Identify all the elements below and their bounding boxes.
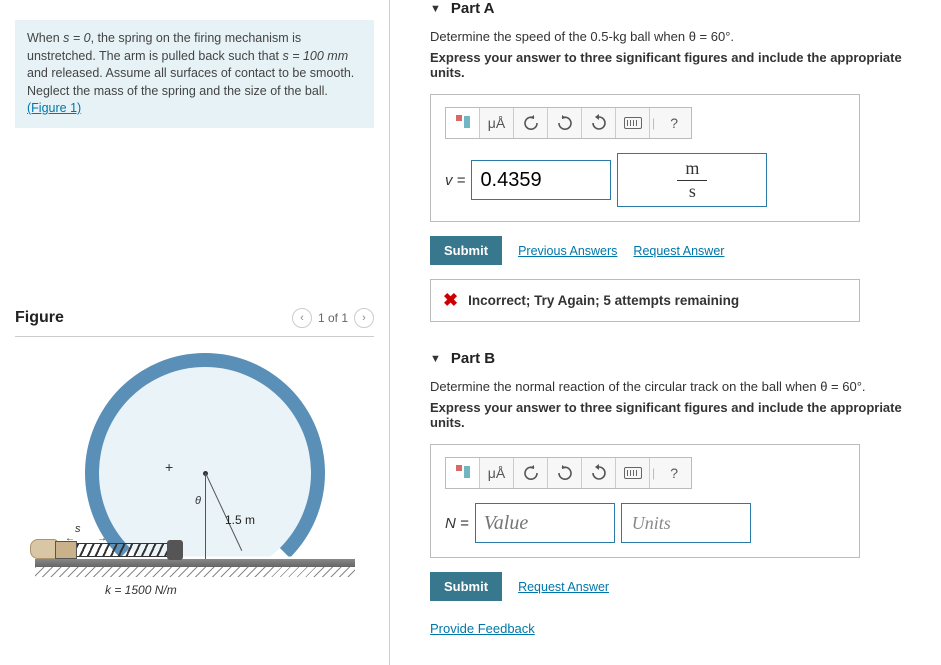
figure-title: Figure (15, 309, 64, 327)
help-button[interactable]: ? (657, 108, 691, 138)
provide-feedback-link[interactable]: Provide Feedback (430, 621, 535, 636)
feedback-text: Incorrect; Try Again; 5 attempts remaini… (468, 293, 739, 308)
part-a-title: Part A (451, 0, 495, 17)
figure-nav: ‹ 1 of 1 › (292, 308, 374, 328)
part-a-submit-row: Submit Previous Answers Request Answer (430, 236, 921, 265)
part-b-submit-row: Submit Request Answer (430, 572, 921, 601)
keyboard-button[interactable] (616, 458, 650, 488)
radius-label: 1.5 m (225, 513, 255, 527)
keyboard-button[interactable] (616, 108, 650, 138)
part-a-input-row: v = m s (445, 153, 845, 207)
problem-text: When (27, 31, 63, 45)
unit-denominator: s (677, 181, 707, 203)
part-a-toolbar: μÅ | ? (445, 107, 692, 139)
s-arrow-right-icon: → (97, 533, 107, 544)
part-b-title: Part B (451, 350, 495, 367)
part-a-value-input[interactable] (471, 160, 611, 200)
part-a-var-label: v = (445, 172, 465, 189)
caret-down-icon: ▼ (430, 3, 441, 15)
undo-button[interactable] (514, 458, 548, 488)
part-a-submit-button[interactable]: Submit (430, 236, 502, 265)
keyboard-icon (624, 117, 642, 129)
part-b-submit-button[interactable]: Submit (430, 572, 502, 601)
figure-link[interactable]: (Figure 1) (27, 101, 81, 115)
k-label: k = 1500 N/m (105, 583, 177, 597)
figure-scroll-area[interactable]: + θ 1.5 m ← s → k = 1500 N/m (15, 343, 374, 603)
center-cross-icon: + (165, 459, 173, 475)
greek-letters-button[interactable]: μÅ (480, 108, 514, 138)
caret-down-icon: ▼ (430, 353, 441, 365)
previous-answers-link[interactable]: Previous Answers (518, 244, 617, 258)
s-arrow-left-icon: ← (65, 533, 75, 544)
s-label: s (75, 523, 81, 535)
spring-coil (77, 543, 167, 557)
theta-label: θ (195, 495, 201, 507)
toolbar-separator: | (652, 116, 655, 130)
hand-icon (30, 539, 58, 559)
part-b-units-input[interactable]: Units (621, 503, 751, 543)
undo-button[interactable] (514, 108, 548, 138)
part-b-answer-box: μÅ | ? N = Units (430, 444, 860, 558)
part-b-header[interactable]: ▼ Part B (430, 350, 921, 367)
part-b-instruction: Express your answer to three significant… (430, 400, 921, 430)
plunger (167, 540, 183, 560)
unit-numerator: m (677, 158, 707, 181)
problem-var-s100: s = 100 mm (282, 49, 348, 63)
part-b-request-answer-link[interactable]: Request Answer (518, 580, 609, 594)
incorrect-icon: ✖ (443, 290, 458, 311)
figure-separator (15, 336, 374, 337)
help-button[interactable]: ? (657, 458, 691, 488)
toolbar-separator: | (652, 466, 655, 480)
part-a-header[interactable]: ▼ Part A (430, 0, 921, 17)
figure-prev-button[interactable]: ‹ (292, 308, 312, 328)
floor-surface (35, 559, 355, 567)
part-b-value-input[interactable] (475, 503, 615, 543)
redo-button[interactable] (548, 458, 582, 488)
part-a-request-answer-link[interactable]: Request Answer (633, 244, 724, 258)
figure-canvas: + θ 1.5 m ← s → k = 1500 N/m (15, 343, 355, 603)
problem-text-3: and released. Assume all surfaces of con… (27, 66, 354, 98)
right-column: ▼ Part A Determine the speed of the 0.5-… (390, 0, 941, 665)
part-b-toolbar: μÅ | ? (445, 457, 692, 489)
template-fraction-button[interactable] (446, 458, 480, 488)
problem-var-s0: s = 0 (63, 31, 90, 45)
part-a-prompt: Determine the speed of the 0.5-kg ball w… (430, 29, 921, 44)
figure-counter: 1 of 1 (318, 311, 348, 325)
part-a-units-box[interactable]: m s (617, 153, 767, 207)
left-column: When s = 0, the spring on the firing mec… (0, 0, 390, 665)
template-fraction-button[interactable] (446, 108, 480, 138)
keyboard-icon (624, 467, 642, 479)
figure-header: Figure ‹ 1 of 1 › (15, 308, 374, 328)
part-a-feedback: ✖ Incorrect; Try Again; 5 attempts remai… (430, 279, 860, 322)
part-b-input-row: N = Units (445, 503, 845, 543)
greek-letters-button[interactable]: μÅ (480, 458, 514, 488)
part-b-prompt: Determine the normal reaction of the cir… (430, 379, 921, 394)
part-a-instruction: Express your answer to three significant… (430, 50, 921, 80)
floor-hatch (35, 567, 355, 577)
problem-statement: When s = 0, the spring on the firing mec… (15, 20, 374, 128)
redo-button[interactable] (548, 108, 582, 138)
figure-next-button[interactable]: › (354, 308, 374, 328)
part-a-answer-box: μÅ | ? v = m s (430, 94, 860, 222)
radius-vertical-line (205, 473, 206, 559)
part-b-var-label: N = (445, 515, 469, 532)
reset-button[interactable] (582, 458, 616, 488)
reset-button[interactable] (582, 108, 616, 138)
